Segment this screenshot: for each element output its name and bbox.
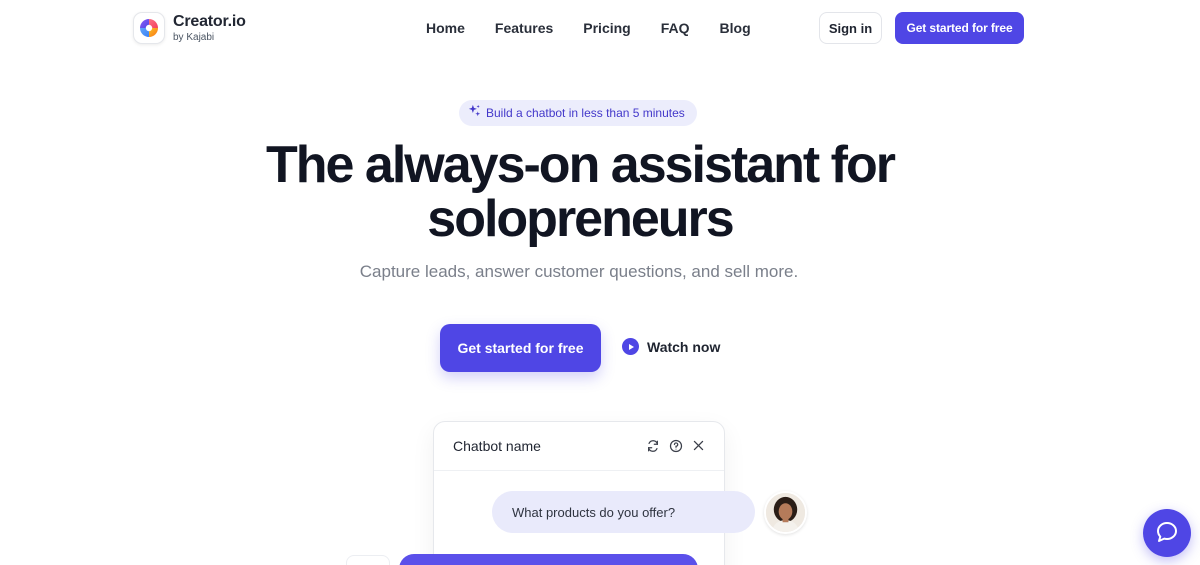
- help-icon[interactable]: [668, 438, 683, 453]
- nav-link-home[interactable]: Home: [426, 20, 465, 36]
- close-icon[interactable]: [691, 438, 706, 453]
- chatbot-name: Chatbot name: [453, 438, 541, 454]
- bot-reply-bubble: [399, 554, 698, 565]
- user-avatar: [764, 491, 807, 534]
- help-chat-launcher[interactable]: [1143, 509, 1191, 557]
- hero-subheadline: Capture leads, answer customer questions…: [359, 262, 799, 281]
- sparkles-icon: [468, 104, 481, 122]
- main-menu: Home Features Pricing FAQ Blog: [426, 20, 751, 36]
- chatbot-header: Chatbot name: [434, 422, 724, 471]
- creator-logo-icon: [133, 12, 165, 44]
- nav-get-started-button[interactable]: Get started for free: [895, 12, 1024, 44]
- hero-badge: Build a chatbot in less than 5 minutes: [459, 100, 697, 126]
- hero-headline: The always-on assistant for solopreneurs: [0, 138, 1160, 246]
- nav-link-faq[interactable]: FAQ: [661, 20, 690, 36]
- nav-link-features[interactable]: Features: [495, 20, 553, 36]
- brand-text: Creator.io by Kajabi: [173, 12, 246, 43]
- brand-name: Creator.io: [173, 12, 246, 30]
- user-message-bubble: What products do you offer?: [492, 491, 755, 533]
- watch-now-link[interactable]: Watch now: [622, 338, 720, 355]
- refresh-icon[interactable]: [645, 438, 660, 453]
- brand-home-link[interactable]: Creator.io by Kajabi: [133, 12, 246, 44]
- hero-headline-line-2: solopreneurs: [427, 190, 734, 248]
- hero-headline-line-1: The always-on assistant for: [266, 136, 896, 194]
- nav-link-blog[interactable]: Blog: [720, 20, 751, 36]
- hero-get-started-button[interactable]: Get started for free: [440, 324, 601, 372]
- nav-link-pricing[interactable]: Pricing: [583, 20, 630, 36]
- play-icon: [622, 338, 639, 355]
- sign-in-button[interactable]: Sign in: [819, 12, 882, 44]
- watch-now-label: Watch now: [647, 338, 721, 355]
- chat-bubble-icon: [1155, 520, 1179, 547]
- top-nav: Creator.io by Kajabi Home Features Prici…: [0, 0, 1200, 56]
- chatbot-toolbar: [645, 438, 706, 453]
- floating-card: [346, 555, 390, 565]
- brand-subtitle: by Kajabi: [173, 31, 215, 43]
- hero-badge-text: Build a chatbot in less than 5 minutes: [486, 106, 685, 120]
